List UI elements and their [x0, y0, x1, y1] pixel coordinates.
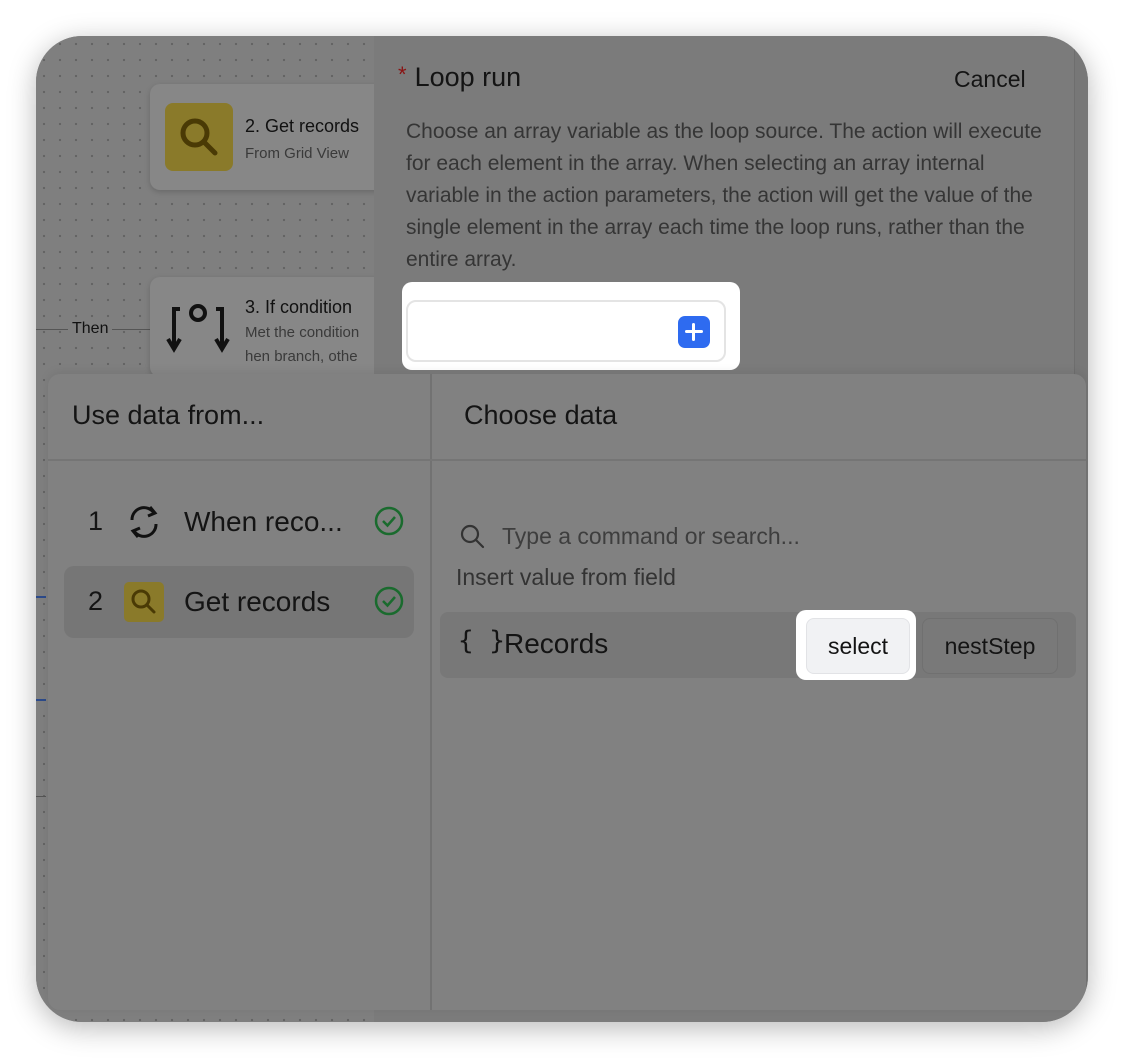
- node-title: 3. If condition: [245, 297, 353, 317]
- node-subtitle-line: Met the condition: [245, 324, 360, 341]
- edge-line: [36, 796, 46, 797]
- divider: [430, 374, 432, 1010]
- select-button[interactable]: select: [806, 618, 910, 674]
- node-title: 2. Get records: [245, 116, 360, 136]
- loop-source-input[interactable]: [406, 300, 726, 362]
- data-picker: Use data from... Choose data 1 When reco…: [48, 374, 1086, 1010]
- panel-description: Choose an array variable as the loop sou…: [406, 120, 1042, 271]
- step-label: Get records: [184, 586, 331, 617]
- panel-title-text: Loop run: [414, 62, 522, 92]
- search-icon: [165, 103, 233, 171]
- use-data-from-header: Use data from...: [72, 400, 265, 430]
- step-label: When reco...: [184, 506, 343, 537]
- node-subtitle: Met the condition hen branch, othe: [245, 321, 359, 369]
- input-highlight: [402, 282, 740, 370]
- cancel-button[interactable]: Cancel: [954, 66, 1026, 93]
- nest-step-button[interactable]: nestStep: [922, 618, 1058, 674]
- check-circle-icon: [374, 506, 404, 536]
- node-subtitle-line: hen branch, othe: [245, 348, 358, 365]
- select-highlight: select: [796, 610, 916, 680]
- panel-title: * Loop run: [398, 62, 521, 93]
- add-variable-button[interactable]: [678, 316, 710, 348]
- choose-data-header: Choose data: [464, 400, 618, 430]
- screen-frame: 2. Get records From Grid View Then 3. If…: [36, 36, 1088, 1022]
- refresh-icon: [130, 506, 158, 538]
- divider: [48, 459, 1086, 461]
- edge-line: [36, 699, 46, 701]
- edge-label: Then: [68, 320, 113, 338]
- field-label: Records: [504, 628, 609, 659]
- workflow-node-if-condition[interactable]: 3. If condition Met the condition hen bra…: [150, 277, 390, 377]
- branch-icon: [166, 304, 230, 353]
- search-icon: [460, 524, 485, 549]
- step-item-get-records[interactable]: 2 Get records: [64, 566, 414, 638]
- braces-icon: { }: [458, 626, 505, 656]
- edge-line: [36, 596, 46, 598]
- step-number: 1: [88, 506, 104, 536]
- search-input[interactable]: [502, 516, 1042, 556]
- workflow-node-get-records[interactable]: 2. Get records From Grid View: [150, 84, 390, 190]
- step-item-when-record[interactable]: 1 When reco...: [64, 486, 414, 558]
- node-subtitle: From Grid View: [245, 145, 349, 162]
- search-icon: [124, 582, 164, 622]
- check-circle-icon: [374, 586, 404, 616]
- step-number: 2: [88, 586, 104, 616]
- required-mark: *: [398, 62, 407, 87]
- section-label: Insert value from field: [456, 564, 676, 590]
